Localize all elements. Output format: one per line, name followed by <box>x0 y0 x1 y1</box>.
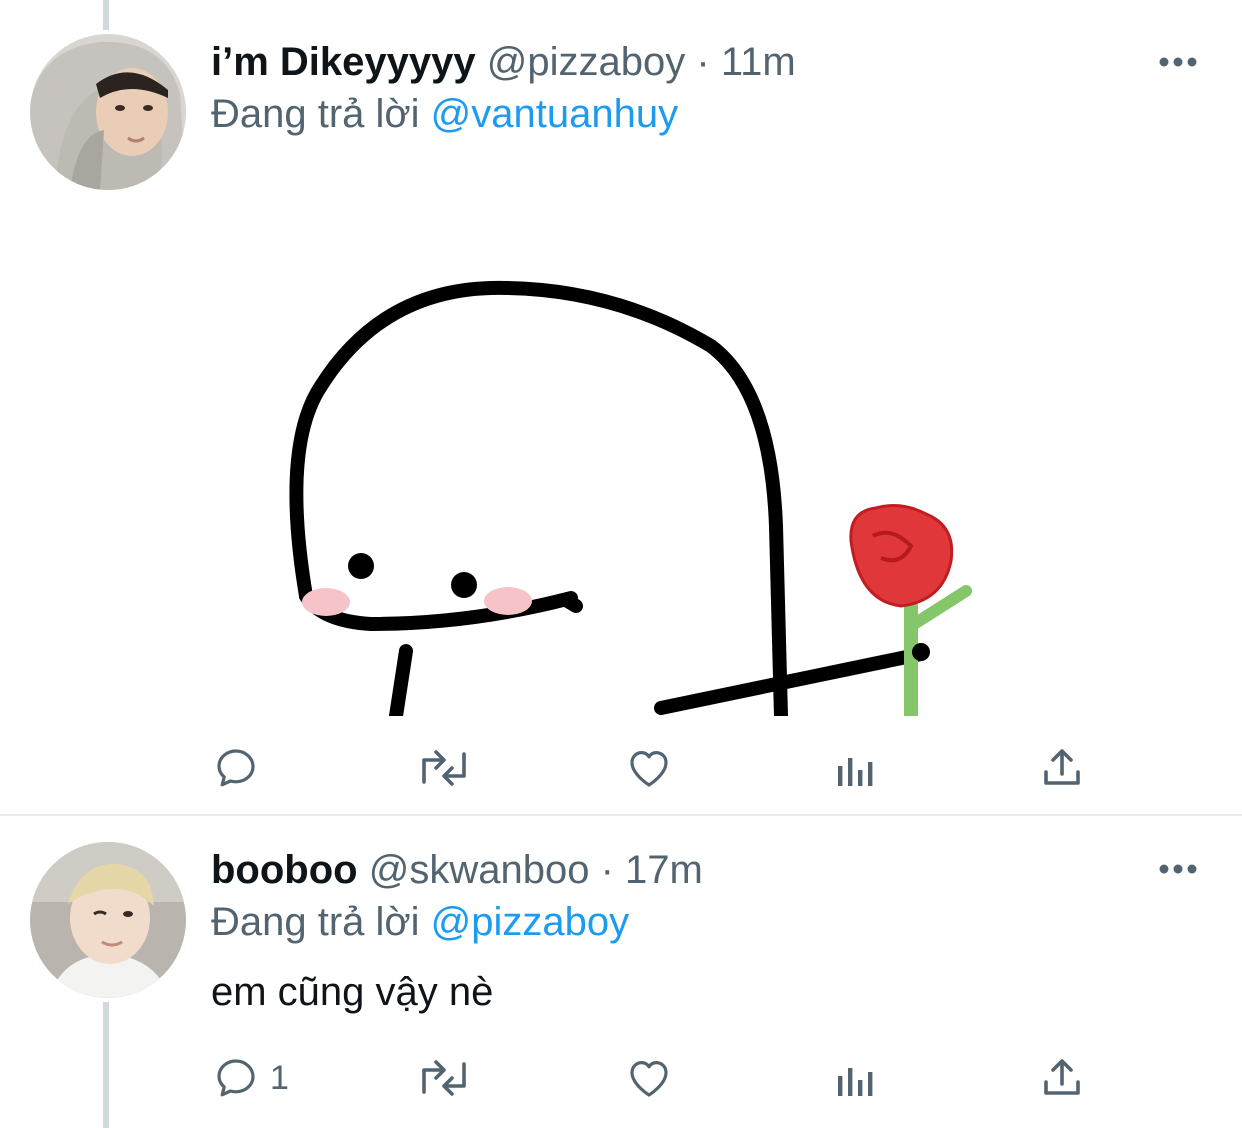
retweet-icon <box>422 1060 466 1096</box>
sticker-illustration <box>211 196 1206 716</box>
reply-context: Đang trả lời @vantuanhuy <box>211 90 678 138</box>
share-icon <box>1044 749 1080 785</box>
separator-dot: · <box>696 40 710 84</box>
timestamp[interactable]: 17m <box>625 848 703 892</box>
display-name[interactable]: booboo <box>211 848 358 892</box>
reply-prefix: Đang trả lời <box>211 92 420 136</box>
like-button[interactable] <box>624 738 674 798</box>
tweet-actions <box>0 738 1242 798</box>
reply-mention-link[interactable]: @vantuanhuy <box>431 92 678 136</box>
reply-mention-link[interactable]: @pizzaboy <box>431 900 629 944</box>
heart-icon <box>630 1061 668 1097</box>
analytics-button[interactable] <box>832 1048 880 1108</box>
share-button[interactable] <box>1038 738 1086 798</box>
analytics-icon <box>838 1068 873 1096</box>
reply-thread: i’m Dikeyyyyy @pizzaboy · 11m Đang trả l… <box>0 0 1242 1128</box>
tweet-media-image[interactable] <box>211 196 1206 716</box>
avatar[interactable] <box>30 34 186 190</box>
separator-dot: · <box>600 848 614 892</box>
analytics-icon <box>838 758 873 786</box>
reply-button[interactable] <box>212 738 270 798</box>
avatar[interactable] <box>30 842 186 998</box>
retweet-icon <box>422 750 466 786</box>
reply-icon <box>217 749 255 787</box>
tweet[interactable]: i’m Dikeyyyyy @pizzaboy · 11m Đang trả l… <box>0 0 1242 815</box>
share-icon <box>1044 1059 1080 1095</box>
retweet-button[interactable] <box>416 738 472 798</box>
reply-context: Đang trả lời @pizzaboy <box>211 898 629 946</box>
user-handle[interactable]: @pizzaboy <box>487 40 685 84</box>
share-button[interactable] <box>1038 1048 1086 1108</box>
reply-prefix: Đang trả lời <box>211 900 420 944</box>
tweet-text: em cũng vậy nè <box>211 970 494 1014</box>
user-handle[interactable]: @skwanboo <box>369 848 590 892</box>
like-button[interactable] <box>624 1048 674 1108</box>
heart-icon <box>630 751 668 787</box>
tweet-actions: 1 <box>0 1048 1242 1108</box>
more-options-icon[interactable] <box>1158 859 1198 879</box>
reply-button[interactable]: 1 <box>212 1048 289 1108</box>
display-name[interactable]: i’m Dikeyyyyy <box>211 40 476 84</box>
more-options-icon[interactable] <box>1158 52 1198 72</box>
timestamp[interactable]: 11m <box>721 40 796 84</box>
reply-icon <box>217 1059 255 1097</box>
tweet-header: i’m Dikeyyyyy @pizzaboy · 11m <box>211 38 796 86</box>
tweet[interactable]: booboo @skwanboo · 17m Đang trả lời @piz… <box>0 816 1242 1128</box>
reply-count: 1 <box>270 1058 289 1097</box>
tweet-header: booboo @skwanboo · 17m <box>211 846 703 894</box>
retweet-button[interactable] <box>416 1048 472 1108</box>
analytics-button[interactable] <box>832 738 880 798</box>
